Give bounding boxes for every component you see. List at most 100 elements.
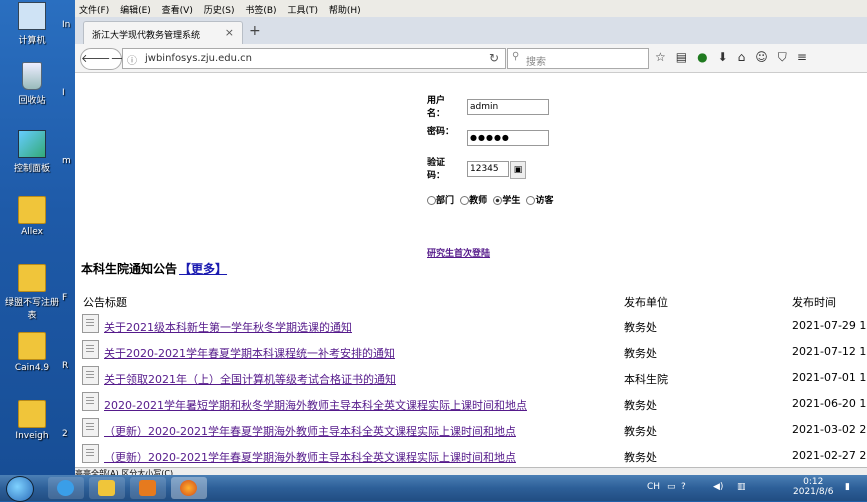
back-icon[interactable]: 🡐 [81,52,111,65]
table-row: 关于领取2021年（上）全国计算机等级考试合格证书的通知 本科生院 2021-0… [75,366,867,392]
search-input[interactable]: ⚲ 搜索 [507,48,649,69]
table-row: （更新）2020-2021学年春夏学期海外教师主导本科全英文课程实际上课时间和地… [75,418,867,444]
computer-desktop-icon[interactable]: 计算机 [4,2,60,46]
taskbar-explorer[interactable] [89,477,125,499]
role-student[interactable]: 学生 [493,193,520,206]
cain-desktop-icon[interactable]: Cain4.9 [4,332,60,373]
taskbar-firefox[interactable] [171,477,207,499]
captcha-row: 验证码： 12345 ▣ [427,155,627,186]
role-selector: 部门 教师 学生 访客 [427,193,556,206]
reload-icon[interactable]: ↻ [489,51,499,65]
recycle-bin-desktop-icon[interactable]: 回收站 [4,62,60,106]
notice-date: 2021-07-29 12 [792,319,867,332]
download-icon[interactable]: ⬇ [718,50,738,64]
notice-unit: 教务处 [624,451,657,464]
address-bar[interactable]: ⓘ jwbinfosys.zju.edu.cn ↻ [122,48,506,69]
system-tray: CH ▭ ? ◀) ▥ 0:12 2021/8/6 ▮ [645,477,865,499]
desktop-label-fragment: 2 [62,429,68,439]
tab-strip: 浙江大学现代教务管理系统 × + [75,17,867,45]
column-header-date: 发布时间 [792,296,836,309]
menu-help[interactable]: 帮助(H) [325,0,365,16]
menu-tools[interactable]: 工具(T) [283,0,322,16]
notice-link[interactable]: 关于2021级本科新生第一学年秋冬学期选课的通知 [104,319,352,335]
menu-bookmarks[interactable]: 书签(B) [241,0,280,16]
taskbar: CH ▭ ? ◀) ▥ 0:12 2021/8/6 ▮ [0,475,867,502]
inveigh-desktop-icon[interactable]: Inveigh [4,400,60,441]
menu-file[interactable]: 文件(F) [75,0,113,16]
desktop-label-fragment: m [62,156,71,166]
back-forward-buttons[interactable]: 🡐🡒 [80,48,140,70]
folder-icon [98,480,115,496]
control-panel-desktop-icon[interactable]: 控制面板 [4,130,60,174]
new-tab-icon[interactable]: + [249,23,261,39]
notice-link[interactable]: 关于领取2021年（上）全国计算机等级考试合格证书的通知 [104,371,396,387]
captcha-image[interactable]: ▣ [510,161,526,179]
page-content: 用户名： admin 密码： ●●●●● 验证码： 12345 ▣ 部门 教师 … [75,73,867,475]
notice-date: 2021-02-27 22 [792,449,867,462]
captcha-input[interactable]: 12345 [467,161,509,177]
notice-link[interactable]: 关于2020-2021学年春夏学期本科课程统一补考安排的通知 [104,345,395,361]
radio-icon[interactable] [427,196,436,205]
menu-icon[interactable]: ≡ [797,50,817,64]
pocket-icon[interactable]: ● [697,50,717,64]
taskbar-ie[interactable] [48,477,84,499]
table-row: 关于2020-2021学年春夏学期本科课程统一补考安排的通知 教务处 2021-… [75,340,867,366]
document-icon [82,366,99,385]
notice-unit: 教务处 [624,347,657,360]
control-panel-icon [18,130,46,158]
menu-edit[interactable]: 编辑(E) [116,0,155,16]
info-icon[interactable]: ⓘ [127,52,137,67]
reader-icon[interactable]: ▤ [676,50,697,64]
more-link[interactable]: 【更多】 [179,262,227,276]
search-placeholder: 搜索 [526,57,546,68]
close-icon[interactable]: × [225,26,234,39]
password-label: 密码： [427,127,455,137]
notice-link[interactable]: （更新）2020-2021学年春夏学期海外教师主导本科全英文课程实际上课时间和地… [104,449,516,465]
radio-selected-icon[interactable] [493,196,503,205]
login-form: 用户名： admin 密码： ●●●●● 验证码： 12345 ▣ 部门 教师 … [427,93,627,259]
radio-icon[interactable] [460,196,470,205]
volume-icon[interactable]: ◀) [713,482,723,492]
clock[interactable]: 0:12 2021/8/6 [793,477,833,497]
input-method-label[interactable]: CH [647,482,660,492]
allex-desktop-icon[interactable]: Allex [4,196,60,237]
computer-icon [18,2,46,30]
shield-icon[interactable]: ⛉ [778,50,797,64]
notice-date: 2021-06-20 19 [792,397,867,410]
username-row: 用户名： admin [427,93,627,124]
menu-history[interactable]: 历史(S) [200,0,239,16]
notice-title: 本科生院通知公告 [81,262,178,276]
chat-icon[interactable]: ☺ [755,50,778,64]
network-icon[interactable]: ▥ [737,482,746,492]
star-icon[interactable]: ☆ [655,50,676,64]
keyboard-icon[interactable]: ▭ [667,482,676,492]
grad-first-login-link[interactable]: 研究生首次登陆 [427,246,490,259]
nav-bar: 🡐🡒 ⓘ jwbinfosys.zju.edu.cn ↻ ⚲ 搜索 ☆▤●⬇⌂☺… [75,44,867,73]
tab-active[interactable]: 浙江大学现代教务管理系统 × [83,21,243,44]
document-icon [82,444,99,463]
nsfocus-desktop-icon[interactable]: 绿盟不写注册表 [4,264,60,321]
role-teacher[interactable]: 教师 [460,193,487,206]
document-icon [82,314,99,333]
firefox-icon [180,480,197,496]
notification-icon[interactable]: ▮ [845,482,850,492]
password-input[interactable]: ●●●●● [467,130,549,146]
notice-unit: 教务处 [624,321,657,334]
notice-link[interactable]: 2020-2021学年暑短学期和秋冬学期海外教师主导本科全英文课程实际上课时间和… [104,397,527,413]
media-player-icon [139,480,156,496]
find-bar[interactable]: 高亮全部(A) 区分大小写(C) [75,467,867,475]
username-input[interactable]: admin [467,99,549,115]
home-icon[interactable]: ⌂ [738,50,756,64]
toolbar-icons: ☆▤●⬇⌂☺⛉≡ [655,50,817,65]
notice-link[interactable]: （更新）2020-2021学年春夏学期海外教师主导本科全英文课程实际上课时间和地… [104,423,516,439]
start-button[interactable] [6,476,34,502]
table-row: 2020-2021学年暑短学期和秋冬学期海外教师主导本科全英文课程实际上课时间和… [75,392,867,418]
help-icon[interactable]: ? [681,482,686,492]
ie-icon [57,480,74,496]
role-visitor[interactable]: 访客 [526,193,553,206]
menu-view[interactable]: 查看(V) [158,0,197,16]
role-department[interactable]: 部门 [427,193,454,206]
taskbar-media[interactable] [130,477,166,499]
folder-icon [18,332,46,360]
folder-icon [18,196,46,224]
